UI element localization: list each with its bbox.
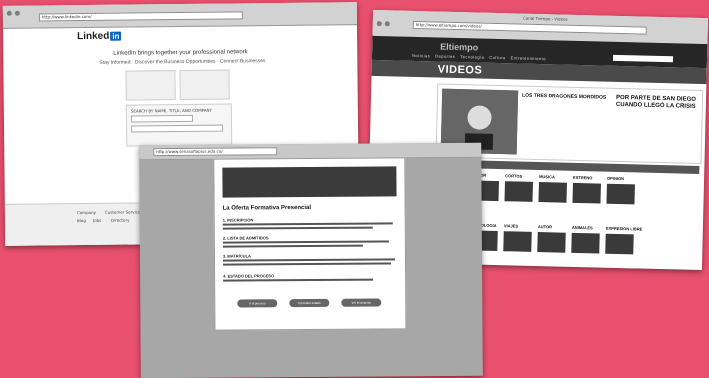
search-input[interactable] xyxy=(130,114,193,123)
video-thumbnail[interactable] xyxy=(537,232,566,253)
text-line xyxy=(222,222,393,226)
page-banner xyxy=(222,166,397,198)
footer-link[interactable]: Company xyxy=(77,210,96,215)
forward-icon[interactable] xyxy=(14,10,20,16)
text-line xyxy=(222,240,389,244)
promo-card[interactable] xyxy=(179,69,230,101)
address-bar[interactable]: http://www.eltiempo.com/videos/ xyxy=(412,20,647,35)
nav-item[interactable]: Tecnología xyxy=(460,54,484,60)
sena-window: http://www.senasofiaplus.edu.co/ La Ofer… xyxy=(139,142,483,378)
promo-card[interactable] xyxy=(125,70,176,101)
video-thumbnail[interactable] xyxy=(572,182,601,204)
collage-background: { "linkedin": { "url": "http://www.linke… xyxy=(0,0,709,378)
linkedin-subline: Stay Informed · Discover the Business Op… xyxy=(99,58,266,66)
nav-item[interactable]: Deportes xyxy=(435,53,455,58)
video-thumbnail[interactable] xyxy=(504,181,533,202)
browser-toolbar: http://www.linkedin.com/ xyxy=(2,2,357,29)
section-heading: 2. LISTA DE ADMITIDOS xyxy=(222,235,269,241)
category-label[interactable]: OPINION xyxy=(607,176,624,181)
back-icon[interactable] xyxy=(376,21,382,27)
enrollment-button[interactable]: Ver inscripción xyxy=(341,298,382,307)
section-heading: 1. INSCRIPCIÓN xyxy=(222,217,254,223)
category-label[interactable]: EXPRESION LIBRE xyxy=(606,226,643,232)
linkedin-logo: Linked in xyxy=(77,30,122,43)
form-page: La Oferta Formativa Presencial 1. INSCRI… xyxy=(213,157,407,331)
category-label[interactable]: AUTOR xyxy=(538,224,552,229)
featured-title[interactable]: LOS TRES DRAGONES MORDIDOS xyxy=(522,93,606,101)
text-line xyxy=(222,244,363,248)
video-thumbnail[interactable] xyxy=(571,232,600,254)
form-label: SEARCH BY NAME, TITLE, AND COMPANY xyxy=(130,107,213,114)
section-heading: 3. MATRÍCULA xyxy=(222,253,251,259)
text-line xyxy=(223,262,392,266)
page-title: La Oferta Formativa Presencial xyxy=(222,204,312,212)
section-heading: 4. ESTADO DEL PROCESO xyxy=(223,273,275,279)
footer-link[interactable]: Customer Service xyxy=(105,209,141,214)
footer-link[interactable]: Jobs xyxy=(93,218,101,223)
back-icon[interactable] xyxy=(6,10,12,16)
search-input[interactable] xyxy=(612,54,674,63)
category-label[interactable]: CORTOS xyxy=(505,173,522,178)
featured-headline[interactable]: POR PARTE DE SAN DIEGO CUANDO LLEGÓ LA C… xyxy=(616,95,700,111)
address-bar[interactable]: http://www.linkedin.com/ xyxy=(38,11,243,22)
video-thumbnail[interactable] xyxy=(503,231,532,252)
linkedin-tagline: LinkedIn brings together your profession… xyxy=(113,49,248,57)
category-label[interactable]: ESTRENO xyxy=(573,175,592,180)
nav-item[interactable]: Cultura xyxy=(489,55,506,60)
text-line xyxy=(222,258,396,262)
nav-item[interactable]: Noticias xyxy=(412,53,430,58)
footer-link[interactable]: Directory xyxy=(111,218,129,223)
status-button[interactable]: Consultar estado xyxy=(289,298,330,308)
category-label[interactable]: ANIMALES xyxy=(572,225,593,231)
video-thumbnail[interactable] xyxy=(605,233,634,255)
window-title: Canal Tiempo - Videos xyxy=(522,15,568,22)
site-logo: Eltiempo xyxy=(440,41,479,53)
text-line xyxy=(223,278,374,282)
footer-link[interactable]: Blog xyxy=(77,218,86,223)
video-thumbnail[interactable] xyxy=(606,183,635,205)
video-thumbnail[interactable] xyxy=(538,182,567,203)
text-line xyxy=(222,226,373,230)
site-nav: Noticias Deportes Tecnología Cultura Ent… xyxy=(412,53,546,61)
nav-item[interactable]: Entretenimiento xyxy=(510,55,546,61)
search-input[interactable] xyxy=(131,124,224,133)
category-label[interactable]: VIAJES xyxy=(504,223,518,228)
search-form: SEARCH BY NAME, TITLE, AND COMPANY xyxy=(125,103,233,147)
process-button[interactable]: Ir al proceso xyxy=(237,299,278,308)
address-bar[interactable]: http://www.senasofiaplus.edu.co/ xyxy=(153,147,278,157)
forward-icon[interactable] xyxy=(384,21,390,27)
page-title: VIDEOS xyxy=(437,63,483,77)
category-label[interactable]: MUSICA xyxy=(539,174,555,179)
